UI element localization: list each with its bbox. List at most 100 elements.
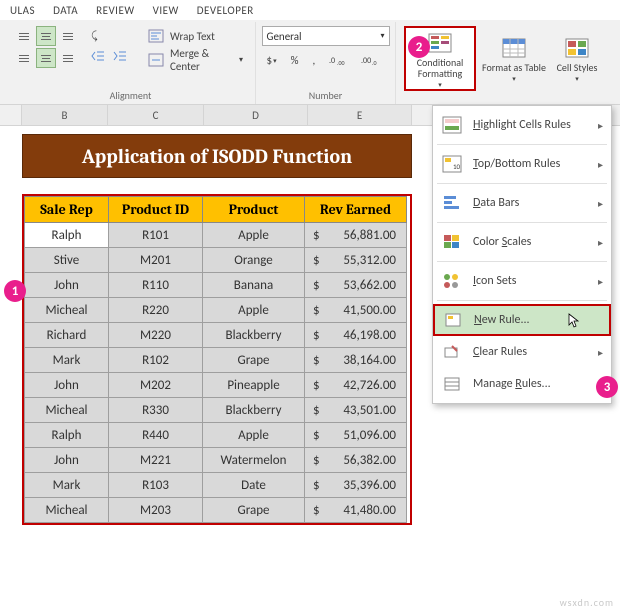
cf-icon-sets[interactable]: Icon Sets ▸ [433, 265, 611, 297]
cell[interactable]: Apple [203, 298, 305, 323]
cf-data-bars[interactable]: Data Bars ▸ [433, 187, 611, 219]
cell[interactable]: Ralph [25, 423, 109, 448]
table-row[interactable]: RalphR101Apple$56,881.00 [25, 223, 407, 248]
percent-format-btn[interactable]: % [286, 50, 304, 70]
cell[interactable]: $56,881.00 [305, 223, 407, 248]
align-top-btn[interactable] [14, 26, 34, 46]
table-row[interactable]: JohnM221Watermelon$56,382.00 [25, 448, 407, 473]
cell[interactable]: M220 [109, 323, 203, 348]
cell[interactable]: Grape [203, 498, 305, 523]
cell[interactable]: M201 [109, 248, 203, 273]
increase-indent-btn[interactable] [110, 47, 130, 65]
decrease-decimal-btn[interactable]: .00.0 [356, 50, 384, 70]
cell[interactable]: Richard [25, 323, 109, 348]
cell[interactable]: Mark [25, 348, 109, 373]
cell[interactable]: $41,500.00 [305, 298, 407, 323]
tab-developer[interactable]: DEVELOPER [197, 4, 254, 17]
cell[interactable]: Micheal [25, 298, 109, 323]
cf-new-rule[interactable]: New Rule... [433, 304, 611, 336]
tab-data[interactable]: DATA [53, 4, 78, 17]
cell[interactable]: R440 [109, 423, 203, 448]
orientation-btn[interactable]: ⤹ [88, 26, 108, 44]
highlight-cells-icon [441, 114, 463, 136]
cf-manage-rules[interactable]: Manage Rules... [433, 368, 611, 400]
cell[interactable]: Watermelon [203, 448, 305, 473]
cell[interactable]: R102 [109, 348, 203, 373]
table-row[interactable]: StiveM201Orange$55,312.00 [25, 248, 407, 273]
cell[interactable]: $56,382.00 [305, 448, 407, 473]
cell[interactable]: Blackberry [203, 323, 305, 348]
cell[interactable]: John [25, 373, 109, 398]
align-middle-btn[interactable] [36, 26, 56, 46]
table-row[interactable]: JohnM202Pineapple$42,726.00 [25, 373, 407, 398]
table-row[interactable]: RichardM220Blackberry$46,198.00 [25, 323, 407, 348]
table-row[interactable]: MichealR220Apple$41,500.00 [25, 298, 407, 323]
col-header-B[interactable]: B [22, 105, 108, 125]
cell[interactable]: $51,096.00 [305, 423, 407, 448]
cell[interactable]: Apple [203, 223, 305, 248]
table-row[interactable]: MarkR102Grape$38,164.00 [25, 348, 407, 373]
wrap-text-btn[interactable]: Wrap Text [144, 26, 247, 46]
accounting-format-btn[interactable]: $▾ [262, 50, 282, 70]
table-row[interactable]: MichealR330Blackberry$43,501.00 [25, 398, 407, 423]
col-header-C[interactable]: C [108, 105, 204, 125]
cell[interactable]: R103 [109, 473, 203, 498]
col-header-E[interactable]: E [308, 105, 412, 125]
cf-highlight-cells[interactable]: Highlight Cells Rules ▸ [433, 109, 611, 141]
cell[interactable]: R330 [109, 398, 203, 423]
cell[interactable]: $53,662.00 [305, 273, 407, 298]
merge-center-btn[interactable]: Merge & Center ▾ [144, 50, 247, 70]
col-header-D[interactable]: D [204, 105, 308, 125]
cell[interactable]: Micheal [25, 498, 109, 523]
cell[interactable]: Stive [25, 248, 109, 273]
conditional-formatting-label: Conditional Formatting [406, 57, 474, 79]
cell[interactable]: R110 [109, 273, 203, 298]
table-row[interactable]: RalphR440Apple$51,096.00 [25, 423, 407, 448]
cell[interactable]: John [25, 273, 109, 298]
cf-color-scales[interactable]: Color Scales ▸ [433, 226, 611, 258]
cell[interactable]: $35,396.00 [305, 473, 407, 498]
cell[interactable]: Mark [25, 473, 109, 498]
cell[interactable]: $38,164.00 [305, 348, 407, 373]
align-left-btn[interactable] [14, 48, 34, 68]
cf-clear-rules[interactable]: Clear Rules ▸ [433, 336, 611, 368]
cf-top-bottom[interactable]: 10 Top/Bottom Rules ▸ [433, 148, 611, 180]
number-format-dropdown[interactable]: General ▾ [262, 26, 390, 46]
cell[interactable]: R220 [109, 298, 203, 323]
cell[interactable]: John [25, 448, 109, 473]
align-bottom-btn[interactable] [58, 26, 78, 46]
tab-review[interactable]: REVIEW [96, 4, 135, 17]
format-as-table-btn[interactable]: Format as Table ▾ [478, 26, 550, 91]
th-salerep: Sale Rep [25, 197, 109, 223]
cell[interactable]: Banana [203, 273, 305, 298]
cell[interactable]: $43,501.00 [305, 398, 407, 423]
cell[interactable]: Pineapple [203, 373, 305, 398]
cell[interactable]: Apple [203, 423, 305, 448]
tab-formulas[interactable]: ULAS [10, 4, 35, 17]
comma-format-btn[interactable]: , [307, 50, 320, 70]
cell[interactable]: Date [203, 473, 305, 498]
align-center-btn[interactable] [36, 48, 56, 68]
cell[interactable]: R101 [109, 223, 203, 248]
cell[interactable]: M203 [109, 498, 203, 523]
cell[interactable]: $46,198.00 [305, 323, 407, 348]
cell[interactable]: M202 [109, 373, 203, 398]
cell[interactable]: $41,480.00 [305, 498, 407, 523]
cell[interactable]: Ralph [25, 223, 109, 248]
cell[interactable]: $55,312.00 [305, 248, 407, 273]
increase-decimal-btn[interactable]: .0.00 [324, 50, 352, 70]
table-row[interactable]: JohnR110Banana$53,662.00 [25, 273, 407, 298]
decrease-indent-btn[interactable] [88, 47, 108, 65]
cell[interactable]: Grape [203, 348, 305, 373]
cell[interactable]: M221 [109, 448, 203, 473]
table-row[interactable]: MarkR103Date$35,396.00 [25, 473, 407, 498]
tab-view[interactable]: VIEW [153, 4, 179, 17]
cell[interactable]: Blackberry [203, 398, 305, 423]
cell[interactable]: Micheal [25, 398, 109, 423]
cell[interactable]: $42,726.00 [305, 373, 407, 398]
align-right-btn[interactable] [58, 48, 78, 68]
cell[interactable]: Orange [203, 248, 305, 273]
cell-styles-btn[interactable]: Cell Styles ▾ [552, 26, 602, 91]
data-table[interactable]: Sale Rep Product ID Product Rev Earned R… [24, 196, 407, 523]
table-row[interactable]: MichealM203Grape$41,480.00 [25, 498, 407, 523]
